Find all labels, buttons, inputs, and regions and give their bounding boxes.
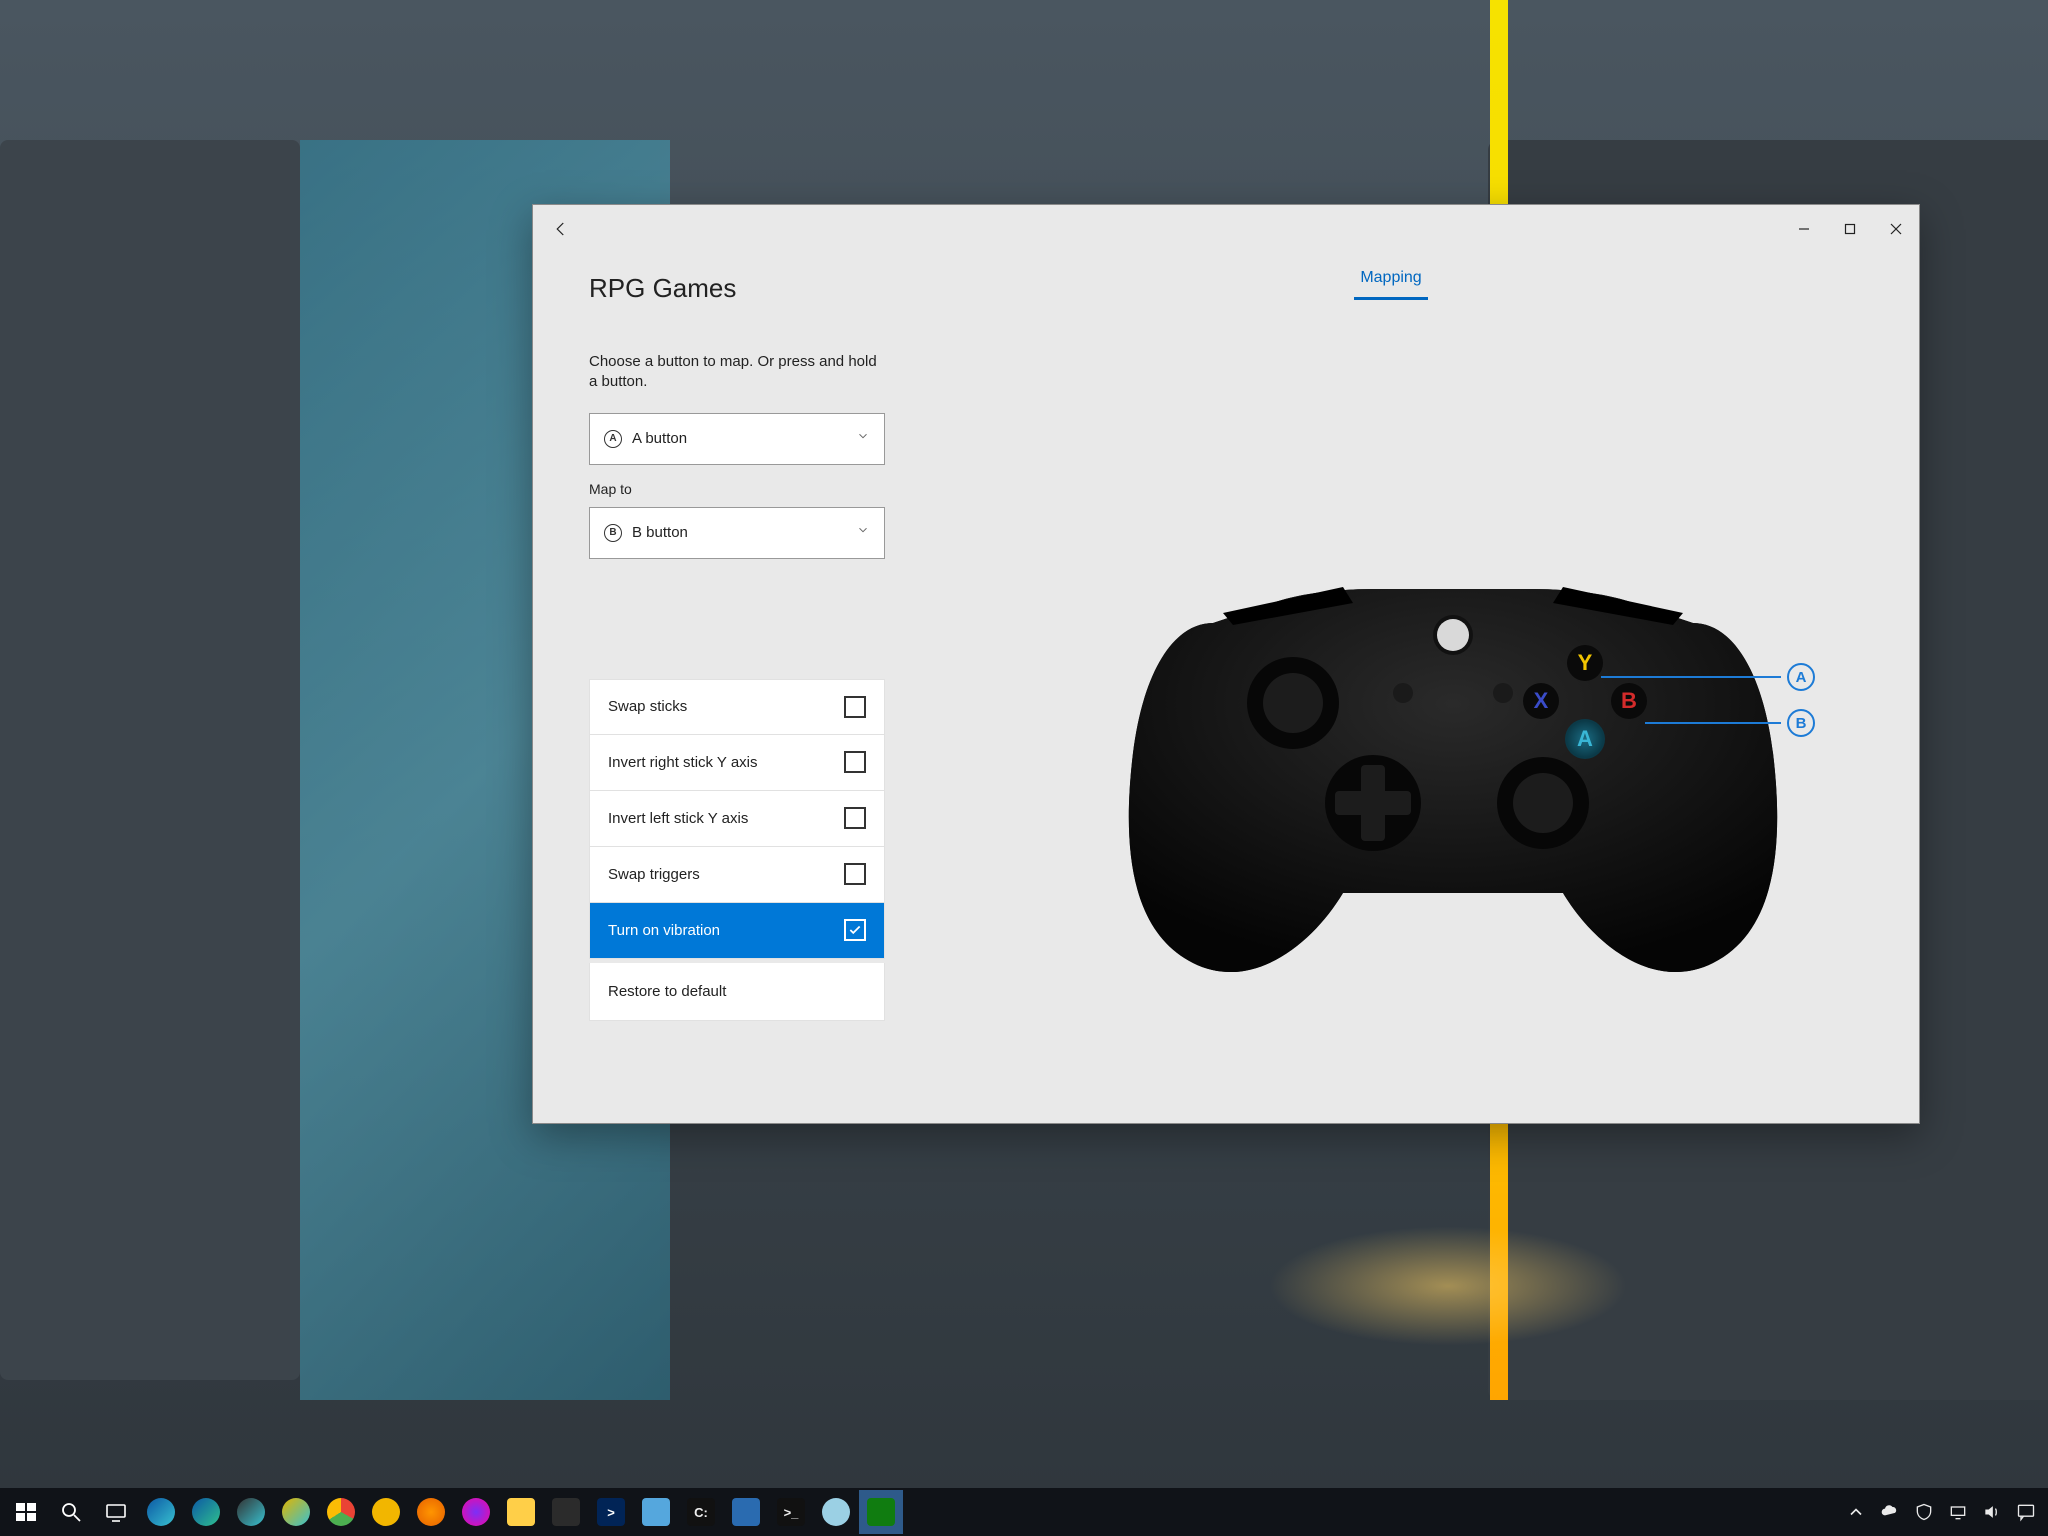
chevron-down-icon xyxy=(856,523,870,542)
window-minimize-button[interactable] xyxy=(1781,213,1827,245)
controller-y-button-icon: Y xyxy=(1567,645,1603,681)
taskbar-app-notepad[interactable] xyxy=(634,1490,678,1534)
controller-diagram: Y X B A A B xyxy=(1113,553,1793,993)
tray-network-icon[interactable] xyxy=(1948,1502,1968,1522)
callout-a-label: A xyxy=(1787,663,1815,691)
taskbar-app-terminal[interactable]: >_ xyxy=(769,1490,813,1534)
right-panel: Mapping xyxy=(893,253,1889,1123)
left-panel: RPG Games Choose a button to map. Or pre… xyxy=(563,253,893,1123)
help-text: Choose a button to map. Or press and hol… xyxy=(589,352,889,393)
task-view-button[interactable] xyxy=(94,1490,138,1534)
start-button[interactable] xyxy=(4,1490,48,1534)
option-label: Invert right stick Y axis xyxy=(608,754,758,771)
taskbar-app-xbox-accessories[interactable] xyxy=(859,1490,903,1534)
taskbar-app-file-explorer[interactable] xyxy=(499,1490,543,1534)
swap-triggers-option[interactable]: Swap triggers xyxy=(589,847,885,903)
target-button-value: B button xyxy=(632,524,688,541)
invert-left-stick-option[interactable]: Invert left stick Y axis xyxy=(589,791,885,847)
taskbar: > C: >_ xyxy=(0,1488,2048,1536)
turn-on-vibration-option[interactable]: Turn on vibration xyxy=(589,903,885,959)
page-title: RPG Games xyxy=(589,273,893,304)
tray-security-icon[interactable] xyxy=(1914,1502,1934,1522)
source-button-value: A button xyxy=(632,430,687,447)
tray-volume-icon[interactable] xyxy=(1982,1502,2002,1522)
taskbar-app-edge[interactable] xyxy=(139,1490,183,1534)
b-button-glyph-icon: B xyxy=(604,524,622,542)
wallpaper-slab-left xyxy=(0,140,300,1380)
option-label: Swap triggers xyxy=(608,866,700,883)
option-label: Turn on vibration xyxy=(608,922,720,939)
option-list: Swap sticks Invert right stick Y axis In… xyxy=(589,679,885,1021)
wallpaper-glow xyxy=(1268,1226,1628,1346)
taskbar-app-firefox[interactable] xyxy=(409,1490,453,1534)
source-button-dropdown[interactable]: A A button xyxy=(589,413,885,465)
chevron-down-icon xyxy=(856,429,870,448)
a-button-glyph-icon: A xyxy=(604,430,622,448)
checkbox[interactable] xyxy=(844,751,866,773)
checkbox[interactable] xyxy=(844,863,866,885)
swap-sticks-option[interactable]: Swap sticks xyxy=(589,679,885,735)
map-to-label: Map to xyxy=(589,481,893,497)
taskbar-app-edge-canary[interactable] xyxy=(274,1490,318,1534)
taskbar-app-edge-beta[interactable] xyxy=(184,1490,228,1534)
taskbar-app-generic-1[interactable] xyxy=(724,1490,768,1534)
taskbar-app-firefox-nightly[interactable] xyxy=(454,1490,498,1534)
option-label: Swap sticks xyxy=(608,698,687,715)
controller-a-button-icon: A xyxy=(1567,721,1603,757)
tray-onedrive-icon[interactable] xyxy=(1880,1502,1900,1522)
restore-label: Restore to default xyxy=(608,983,726,1000)
checkbox[interactable] xyxy=(844,919,866,941)
tray-action-center-icon[interactable] xyxy=(2016,1502,2036,1522)
taskbar-app-chrome[interactable] xyxy=(319,1490,363,1534)
titlebar xyxy=(533,205,1919,253)
checkbox[interactable] xyxy=(844,696,866,718)
taskbar-app-powershell[interactable]: > xyxy=(589,1490,633,1534)
taskbar-app-edge-dev[interactable] xyxy=(229,1490,273,1534)
taskbar-app-store[interactable] xyxy=(544,1490,588,1534)
taskbar-app-cmd[interactable]: C: xyxy=(679,1490,723,1534)
callout-b: B xyxy=(1645,709,1815,737)
callout-a: A xyxy=(1601,663,1815,691)
option-label: Invert left stick Y axis xyxy=(608,810,748,827)
back-button[interactable] xyxy=(547,215,575,243)
desktop: RPG Games Choose a button to map. Or pre… xyxy=(0,0,2048,1536)
taskbar-app-generic-2[interactable] xyxy=(814,1490,858,1534)
window-close-button[interactable] xyxy=(1873,213,1919,245)
tray-chevron-up-icon[interactable] xyxy=(1846,1502,1866,1522)
target-button-dropdown[interactable]: B B button xyxy=(589,507,885,559)
taskbar-search-button[interactable] xyxy=(49,1490,93,1534)
callout-b-label: B xyxy=(1787,709,1815,737)
xbox-accessories-window: RPG Games Choose a button to map. Or pre… xyxy=(532,204,1920,1124)
window-maximize-button[interactable] xyxy=(1827,213,1873,245)
controller-x-button-icon: X xyxy=(1523,683,1559,719)
taskbar-app-chrome-canary[interactable] xyxy=(364,1490,408,1534)
tab-mapping[interactable]: Mapping xyxy=(1354,259,1427,300)
invert-right-stick-option[interactable]: Invert right stick Y axis xyxy=(589,735,885,791)
restore-default-button[interactable]: Restore to default xyxy=(589,963,885,1021)
checkbox[interactable] xyxy=(844,807,866,829)
